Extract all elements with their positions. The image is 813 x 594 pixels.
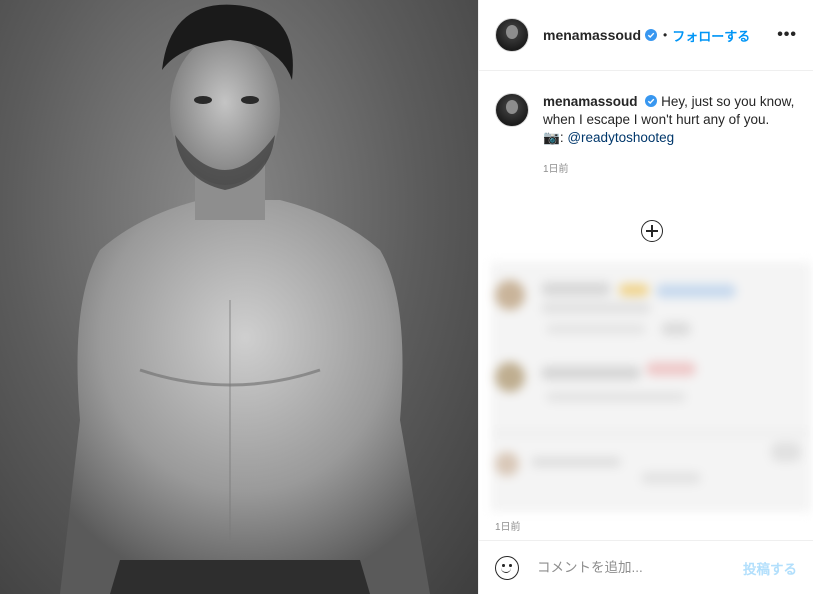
smiley-face-icon[interactable] [495, 555, 519, 580]
more-options-icon[interactable]: ••• [777, 26, 797, 44]
post-sidebar: menamassoud • フォローする ••• menamassoud Hey… [478, 0, 813, 594]
post-comment-button[interactable]: 投稿する [743, 558, 797, 578]
photographer-mention-link[interactable]: @readytoshooteg [567, 130, 674, 145]
separator-dot: • [663, 28, 668, 42]
portrait-image [60, 4, 430, 594]
header-username[interactable]: menamassoud [543, 27, 641, 43]
caption-username[interactable]: menamassoud [543, 94, 638, 109]
post-photo[interactable] [0, 0, 478, 594]
smiley-mouth [501, 565, 511, 573]
caption-avatar[interactable] [495, 93, 529, 127]
post-timestamp[interactable]: 1日前 [495, 518, 521, 533]
post-container: menamassoud • フォローする ••• menamassoud Hey… [0, 0, 813, 594]
caption-block: menamassoud Hey, just so you know, when … [479, 71, 813, 179]
follow-button[interactable]: フォローする [672, 26, 750, 45]
post-header: menamassoud • フォローする ••• [479, 0, 813, 71]
comment-bar: 投稿する [479, 540, 813, 594]
avatar[interactable] [495, 18, 529, 52]
caption-text: menamassoud Hey, just so you know, when … [543, 93, 797, 179]
verified-badge-icon [645, 95, 658, 107]
caption-timestamp[interactable]: 1日前 [543, 161, 797, 179]
verified-badge-icon [645, 29, 658, 41]
camera-emoji-icon: 📷 [543, 130, 560, 145]
plus-circle-icon[interactable] [641, 220, 663, 242]
comment-input[interactable] [535, 559, 729, 576]
blurred-comments [491, 262, 811, 512]
caption-credit-separator: : [559, 130, 564, 145]
